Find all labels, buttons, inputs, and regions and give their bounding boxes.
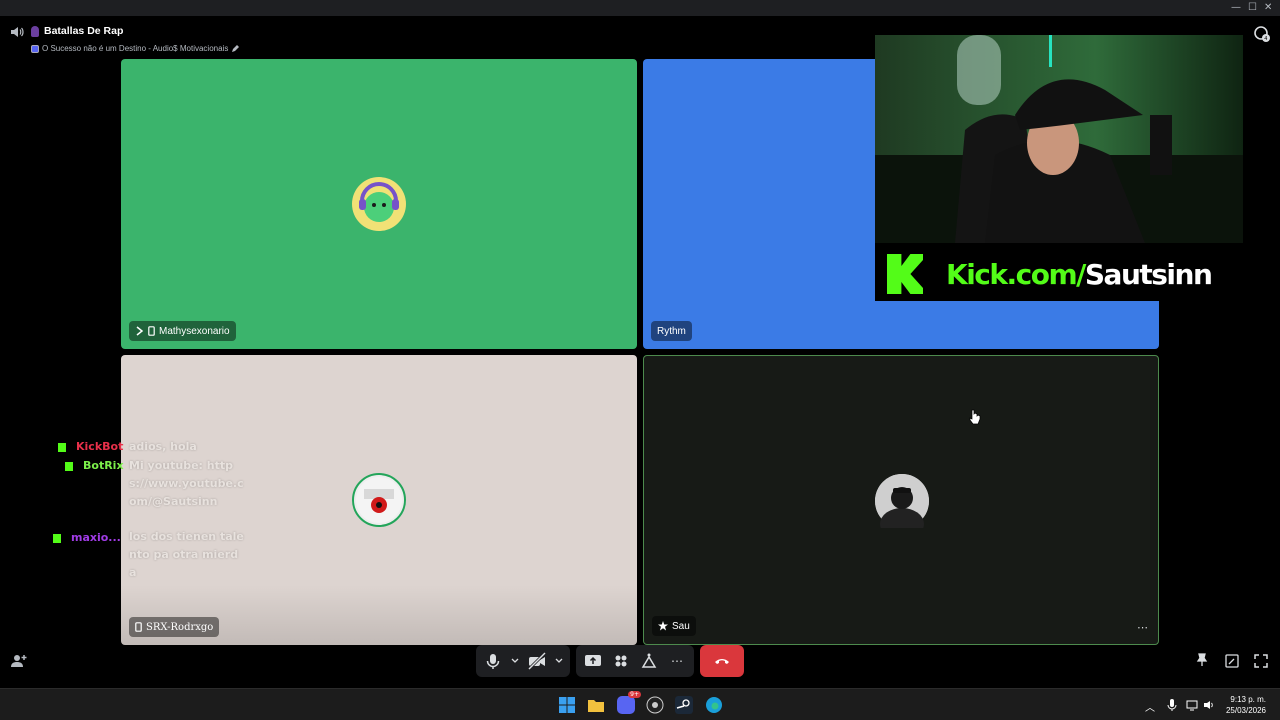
window-titlebar: — ☐ ✕	[0, 0, 1280, 16]
call-controls: ⋯	[476, 645, 744, 677]
kick-channel-url: Kick.com/Sautsinn	[946, 258, 1213, 291]
activity-icon	[31, 44, 39, 53]
kick-url-prefix: Kick.com/	[946, 258, 1086, 291]
chevron-down-icon[interactable]	[554, 650, 564, 672]
clock[interactable]: 9:13 p. m. 25/03/2026	[1226, 694, 1266, 716]
chat-username: KickBot	[76, 440, 124, 453]
streamer-camera-image	[875, 35, 1243, 243]
kick-icon	[58, 443, 66, 452]
participant-name: SRX-Rodrxgo	[146, 621, 214, 633]
speaker-icon[interactable]	[10, 25, 24, 39]
microphone-tray-icon[interactable]	[1167, 698, 1177, 712]
svg-text:4: 4	[1264, 36, 1267, 42]
participant-name: Sau	[672, 620, 690, 632]
pin-icon[interactable]	[1195, 653, 1209, 667]
windows-taskbar: 9+ ︿ 9:13 p. m. 25/03/2026	[0, 688, 1280, 720]
avatar-image	[356, 477, 402, 523]
kick-banner: Kick.com/Sautsinn	[875, 243, 1243, 301]
activity-icon	[136, 326, 144, 336]
kick-logo-icon	[887, 254, 923, 294]
clock-date: 25/03/2026	[1225, 706, 1266, 715]
minimize-button[interactable]: —	[1231, 2, 1241, 13]
close-button[interactable]: ✕	[1264, 2, 1272, 13]
activities-icon[interactable]	[610, 650, 632, 672]
obs-icon[interactable]	[646, 696, 664, 714]
pop-out-icon[interactable]	[1225, 654, 1239, 668]
channel-title: Batallas De Rap	[44, 25, 124, 37]
fullscreen-icon[interactable]	[1254, 654, 1268, 668]
mobile-phone-icon	[135, 622, 142, 632]
hang-up-icon	[715, 659, 729, 664]
chat-username: BotRix	[83, 459, 124, 472]
network-icon[interactable]	[1186, 699, 1198, 711]
edge-browser-icon[interactable]	[705, 696, 723, 714]
volume-icon[interactable]	[1203, 699, 1215, 711]
edit-pencil-icon[interactable]	[231, 44, 240, 53]
more-options-icon[interactable]: ⋯	[666, 650, 688, 672]
chat-message: los dos tienen talento pa otra mierda	[129, 530, 244, 579]
screen-share-icon[interactable]	[582, 650, 604, 672]
channel-icon	[31, 26, 39, 37]
kick-icon	[65, 462, 73, 471]
camera-off-icon[interactable]	[526, 650, 548, 672]
audio-video-group	[476, 645, 570, 677]
file-explorer-icon[interactable]	[587, 696, 605, 714]
soundboard-icon[interactable]	[638, 650, 660, 672]
avatar	[875, 474, 929, 540]
mouse-cursor-icon	[969, 409, 981, 425]
participant-tile-mathysexonario[interactable]: Mathysexonario	[121, 59, 637, 349]
chat-message: adios, hola	[129, 440, 197, 453]
kick-url-channel: Sautsinn	[1084, 258, 1213, 291]
microphone-icon[interactable]	[482, 650, 504, 672]
avatar	[352, 473, 406, 527]
channel-status-text: O Sucesso não é um Destino - Audio$ Moti…	[42, 44, 229, 53]
participant-name: Rythm	[657, 325, 686, 337]
chevron-down-icon[interactable]	[510, 650, 520, 672]
chat-message: Mi youtube: https://www.youtube.com/@Sau…	[129, 459, 244, 508]
avatar-image	[875, 474, 929, 540]
webcam-overlay: Kick.com/Sautsinn	[875, 35, 1243, 301]
notification-badge: 9+	[628, 691, 641, 698]
star-badge-icon	[658, 621, 668, 631]
kick-icon	[53, 534, 61, 543]
activity-launcher-icon[interactable]: 4	[1253, 25, 1271, 43]
clock-time: 9:13 p. m.	[1230, 695, 1266, 704]
tray-chevron-icon[interactable]: ︿	[1145, 699, 1155, 714]
participant-name: Mathysexonario	[159, 325, 230, 337]
participant-tile-sau[interactable]: Sau ⋯	[643, 355, 1159, 645]
avatar-image	[359, 182, 399, 222]
participant-nameplate: Rythm	[651, 321, 692, 341]
invite-user-icon[interactable]	[11, 653, 27, 669]
maximize-button[interactable]: ☐	[1248, 2, 1257, 13]
more-options-icon[interactable]: ⋯	[1137, 621, 1148, 634]
mobile-phone-icon	[148, 326, 155, 336]
avatar	[352, 177, 406, 231]
channel-status: O Sucesso não é um Destino - Audio$ Moti…	[31, 44, 240, 53]
share-group: ⋯	[576, 645, 694, 677]
participant-nameplate: Mathysexonario	[129, 321, 236, 341]
chat-username: maxio...	[71, 531, 121, 544]
disconnect-button[interactable]	[700, 645, 744, 677]
participant-nameplate: SRX-Rodrxgo	[129, 617, 220, 637]
participant-nameplate: Sau	[652, 616, 696, 636]
steam-icon[interactable]	[675, 696, 693, 714]
discord-icon[interactable]: 9+	[617, 691, 641, 714]
windows-start-icon[interactable]	[558, 696, 576, 714]
